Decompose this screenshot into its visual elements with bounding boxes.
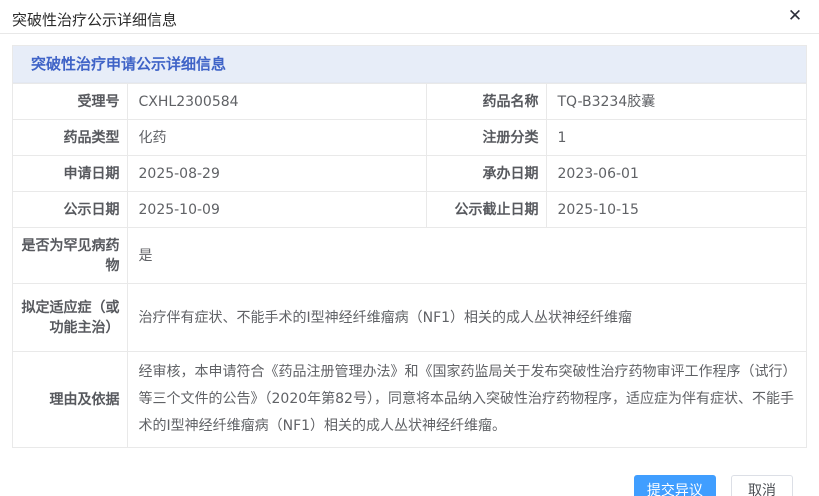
field-value-drug-name: TQ-B3234胶囊 <box>546 84 806 120</box>
detail-table: 受理号 CXHL2300584 药品名称 TQ-B3234胶囊 药品类型 化药 … <box>13 83 806 447</box>
detail-section: 突破性治疗申请公示详细信息 受理号 CXHL2300584 药品名称 TQ-B3… <box>12 45 807 448</box>
field-label-drug-type: 药品类型 <box>13 120 127 156</box>
table-row: 公示日期 2025-10-09 公示截止日期 2025-10-15 <box>13 192 806 228</box>
field-label-publicity-date: 公示日期 <box>13 192 127 228</box>
field-value-reason: 经审核，本申请符合《药品注册管理办法》和《国家药监局关于发布突破性治疗药物审评工… <box>127 352 806 448</box>
table-row: 是否为罕见病药物 是 <box>13 228 806 284</box>
dialog-footer: 提交异议 取消 <box>12 475 807 496</box>
section-header-title: 突破性治疗申请公示详细信息 <box>13 46 806 83</box>
dialog-title: 突破性治疗公示详细信息 <box>12 9 177 30</box>
field-label-apply-date: 申请日期 <box>13 156 127 192</box>
submit-objection-button[interactable]: 提交异议 <box>634 475 716 496</box>
field-value-apply-date: 2025-08-29 <box>127 156 426 192</box>
breakthrough-therapy-detail-dialog: 突破性治疗公示详细信息 ✕ 突破性治疗申请公示详细信息 受理号 CXHL2300… <box>0 0 819 496</box>
field-label-registration-class: 注册分类 <box>426 120 546 156</box>
table-row: 理由及依据 经审核，本申请符合《药品注册管理办法》和《国家药监局关于发布突破性治… <box>13 352 806 448</box>
table-row: 受理号 CXHL2300584 药品名称 TQ-B3234胶囊 <box>13 84 806 120</box>
dialog-header: 突破性治疗公示详细信息 ✕ <box>0 0 819 34</box>
table-row: 申请日期 2025-08-29 承办日期 2023-06-01 <box>13 156 806 192</box>
field-label-undertake-date: 承办日期 <box>426 156 546 192</box>
field-label-reason: 理由及依据 <box>13 352 127 448</box>
field-value-undertake-date: 2023-06-01 <box>546 156 806 192</box>
close-icon[interactable]: ✕ <box>784 5 806 27</box>
field-value-publicity-date: 2025-10-09 <box>127 192 426 228</box>
table-row: 药品类型 化药 注册分类 1 <box>13 120 806 156</box>
field-label-acceptance-no: 受理号 <box>13 84 127 120</box>
field-label-drug-name: 药品名称 <box>426 84 546 120</box>
table-row: 拟定适应症（或功能主治） 治疗伴有症状、不能手术的I型神经纤维瘤病（NF1）相关… <box>13 284 806 352</box>
field-value-drug-type: 化药 <box>127 120 426 156</box>
field-value-acceptance-no: CXHL2300584 <box>127 84 426 120</box>
field-label-publicity-deadline: 公示截止日期 <box>426 192 546 228</box>
field-label-indication: 拟定适应症（或功能主治） <box>13 284 127 352</box>
field-value-registration-class: 1 <box>546 120 806 156</box>
cancel-button[interactable]: 取消 <box>731 475 793 496</box>
field-value-rare-disease: 是 <box>127 228 806 284</box>
field-value-publicity-deadline: 2025-10-15 <box>546 192 806 228</box>
dialog-body: 突破性治疗申请公示详细信息 受理号 CXHL2300584 药品名称 TQ-B3… <box>0 34 819 496</box>
field-label-rare-disease: 是否为罕见病药物 <box>13 228 127 284</box>
field-value-indication: 治疗伴有症状、不能手术的I型神经纤维瘤病（NF1）相关的成人丛状神经纤维瘤 <box>127 284 806 352</box>
